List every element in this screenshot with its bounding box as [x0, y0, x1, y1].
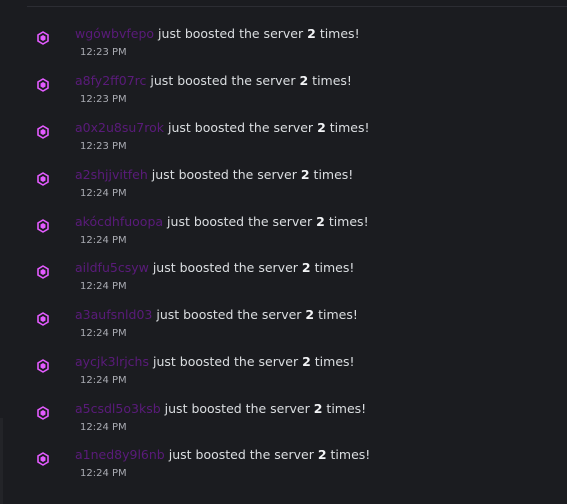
server-boost-icon — [37, 31, 49, 45]
boost-text: just boosted the server — [153, 354, 299, 369]
username[interactable]: a5csdl5o3ksb — [75, 401, 161, 416]
username[interactable]: a2shjjvitfeh — [75, 167, 148, 182]
boost-text-end: times! — [313, 167, 354, 182]
boost-count: 2 — [317, 120, 326, 135]
divider — [27, 6, 567, 7]
message-content: a3aufsnld03 just boosted the server 2 tim… — [75, 306, 358, 324]
username[interactable]: a0x2u8su7rok — [75, 120, 164, 135]
message-content: akócdhfuoopa just boosted the server 2 ti… — [75, 213, 369, 231]
boost-text: just boosted the server — [168, 447, 314, 462]
message-timestamp[interactable]: 12:23 PM — [80, 141, 127, 153]
message-content: a1ned8y9l6nb just boosted the server 2 ti… — [75, 446, 370, 464]
server-boost-icon — [37, 172, 49, 186]
boost-message: a8fy2ff07rc just boosted the server 2 tim… — [0, 73, 567, 123]
message-content: aildfu5csyw just boosted the server 2 tim… — [75, 259, 354, 277]
message-timestamp[interactable]: 12:24 PM — [80, 188, 127, 200]
boost-text-end: times! — [328, 214, 369, 229]
server-boost-icon — [37, 125, 49, 139]
username[interactable]: wgówbvfepo — [75, 26, 154, 41]
boost-message: wgówbvfepo just boosted the server 2 time… — [0, 26, 567, 76]
boost-message: a3aufsnld03 just boosted the server 2 tim… — [0, 307, 567, 357]
message-timestamp[interactable]: 12:23 PM — [80, 94, 127, 106]
boost-text-end: times! — [314, 354, 355, 369]
username[interactable]: akócdhfuoopa — [75, 214, 163, 229]
username[interactable]: a3aufsnld03 — [75, 307, 152, 322]
server-boost-icon — [37, 452, 49, 466]
boost-text-end: times! — [329, 120, 370, 135]
boost-count: 2 — [316, 214, 325, 229]
message-timestamp[interactable]: 12:24 PM — [80, 235, 127, 247]
username[interactable]: aycjk3lrjchs — [75, 354, 149, 369]
boost-text: just boosted the server — [167, 214, 313, 229]
message-timestamp[interactable]: 12:24 PM — [80, 468, 127, 480]
message-timestamp[interactable]: 12:24 PM — [80, 281, 127, 293]
server-boost-icon — [37, 406, 49, 420]
boost-message: a0x2u8su7rok just boosted the server 2 ti… — [0, 120, 567, 170]
boost-message: aycjk3lrjchs just boosted the server 2 ti… — [0, 354, 567, 404]
boost-count: 2 — [313, 401, 323, 416]
boost-text-end: times! — [330, 447, 371, 462]
message-timestamp[interactable]: 12:24 PM — [80, 328, 127, 340]
message-timestamp[interactable]: 12:24 PM — [80, 422, 127, 434]
boost-count: 2 — [302, 354, 311, 369]
server-boost-icon — [37, 78, 49, 92]
boost-text: just boosted the server — [158, 26, 304, 41]
boost-text-end: times! — [319, 26, 360, 41]
boost-message: akócdhfuoopa just boosted the server 2 ti… — [0, 214, 567, 264]
boost-count: 2 — [307, 26, 316, 41]
message-content: aycjk3lrjchs just boosted the server 2 ti… — [75, 353, 355, 371]
server-boost-icon — [37, 312, 49, 326]
boost-text: just boosted the server — [152, 260, 298, 275]
message-content: a2shjjvitfeh just boosted the server 2 ti… — [75, 166, 353, 184]
boost-text-end: times! — [314, 260, 355, 275]
server-boost-icon — [37, 265, 49, 279]
username[interactable]: a8fy2ff07rc — [75, 73, 146, 88]
username[interactable]: aildfu5csyw — [75, 260, 149, 275]
message-timestamp[interactable]: 12:24 PM — [80, 375, 127, 387]
boost-count: 2 — [305, 307, 315, 322]
boost-message: a2shjjvitfeh just boosted the server 2 ti… — [0, 167, 567, 217]
server-boost-icon — [37, 359, 49, 373]
boost-text-end: times! — [326, 401, 367, 416]
boost-text: just boosted the server — [156, 307, 302, 322]
boost-count: 2 — [300, 167, 310, 182]
boost-text: just boosted the server — [164, 401, 310, 416]
message-content: a0x2u8su7rok just boosted the server 2 ti… — [75, 119, 370, 137]
boost-text: just boosted the server — [151, 167, 297, 182]
chat-message-pane: wgówbvfepo just boosted the server 2 time… — [0, 0, 567, 504]
message-content: a8fy2ff07rc just boosted the server 2 tim… — [75, 72, 352, 90]
server-boost-icon — [37, 219, 49, 233]
boost-text: just boosted the server — [167, 120, 314, 135]
boost-count: 2 — [299, 73, 309, 88]
boost-message: a5csdl5o3ksb just boosted the server 2 ti… — [0, 401, 567, 451]
boost-message: aildfu5csyw just boosted the server 2 tim… — [0, 260, 567, 310]
boost-count: 2 — [317, 447, 327, 462]
boost-text: just boosted the server — [150, 73, 296, 88]
boost-count: 2 — [301, 260, 311, 275]
boost-text-end: times! — [318, 307, 358, 322]
message-content: wgówbvfepo just boosted the server 2 time… — [75, 25, 360, 43]
username[interactable]: a1ned8y9l6nb — [75, 447, 165, 462]
message-timestamp[interactable]: 12:23 PM — [80, 47, 127, 59]
boost-message: a1ned8y9l6nb just boosted the server 2 ti… — [0, 447, 567, 497]
boost-text-end: times! — [312, 73, 352, 88]
message-content: a5csdl5o3ksb just boosted the server 2 ti… — [75, 400, 366, 418]
